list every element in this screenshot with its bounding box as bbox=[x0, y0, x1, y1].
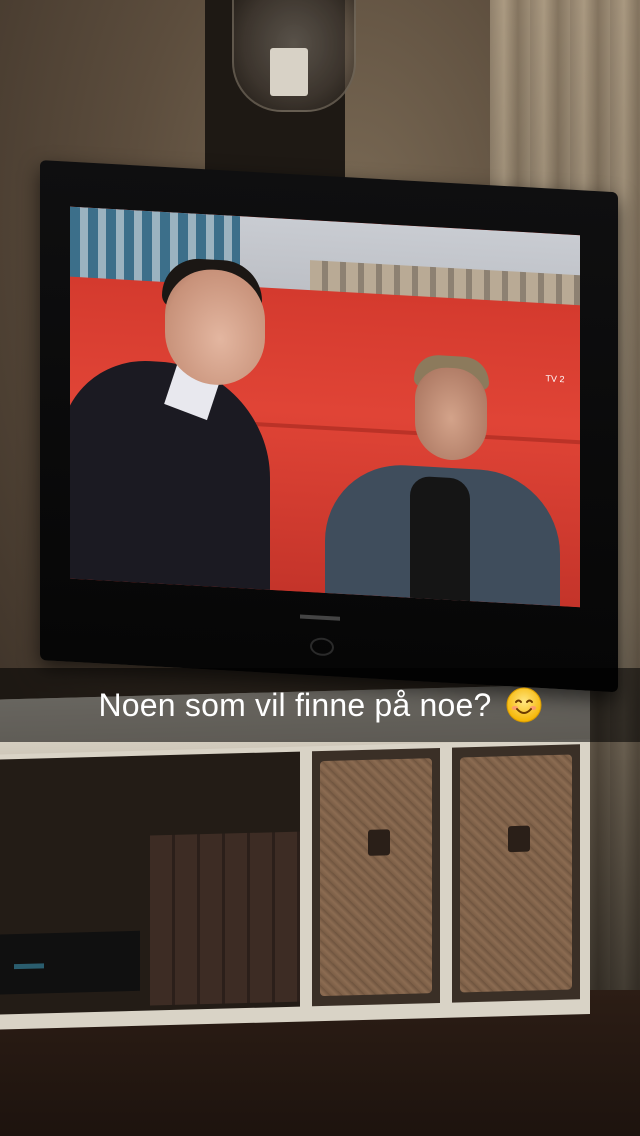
tv-screen: TV 2 bbox=[70, 206, 580, 608]
basket-handle bbox=[508, 825, 530, 853]
shelf-cubby-books bbox=[0, 751, 300, 1015]
device-display bbox=[14, 963, 44, 970]
smiling-face-icon bbox=[506, 687, 542, 723]
storage-basket bbox=[320, 758, 432, 997]
snap-photo: TV 2 Noen som vil finne på noe? bbox=[0, 0, 640, 1136]
shelf-cubby-basket-2 bbox=[452, 744, 580, 1003]
television: TV 2 bbox=[40, 160, 618, 693]
media-device bbox=[0, 930, 140, 995]
basket-handle bbox=[368, 829, 390, 856]
shelf-cubby-basket-1 bbox=[312, 747, 440, 1007]
screen-person-left-head bbox=[165, 266, 265, 388]
tv-power-indicator bbox=[310, 637, 334, 657]
snap-caption-bar[interactable]: Noen som vil finne på noe? bbox=[0, 668, 640, 742]
books bbox=[150, 831, 300, 1006]
storage-basket bbox=[460, 754, 572, 993]
candle bbox=[270, 48, 308, 96]
caption-text: Noen som vil finne på noe? bbox=[98, 686, 492, 723]
channel-logo: TV 2 bbox=[545, 373, 565, 385]
screen-person-right-shirt bbox=[410, 475, 470, 608]
screen-person-right-head bbox=[415, 365, 487, 462]
tv-brand-badge bbox=[300, 614, 340, 621]
